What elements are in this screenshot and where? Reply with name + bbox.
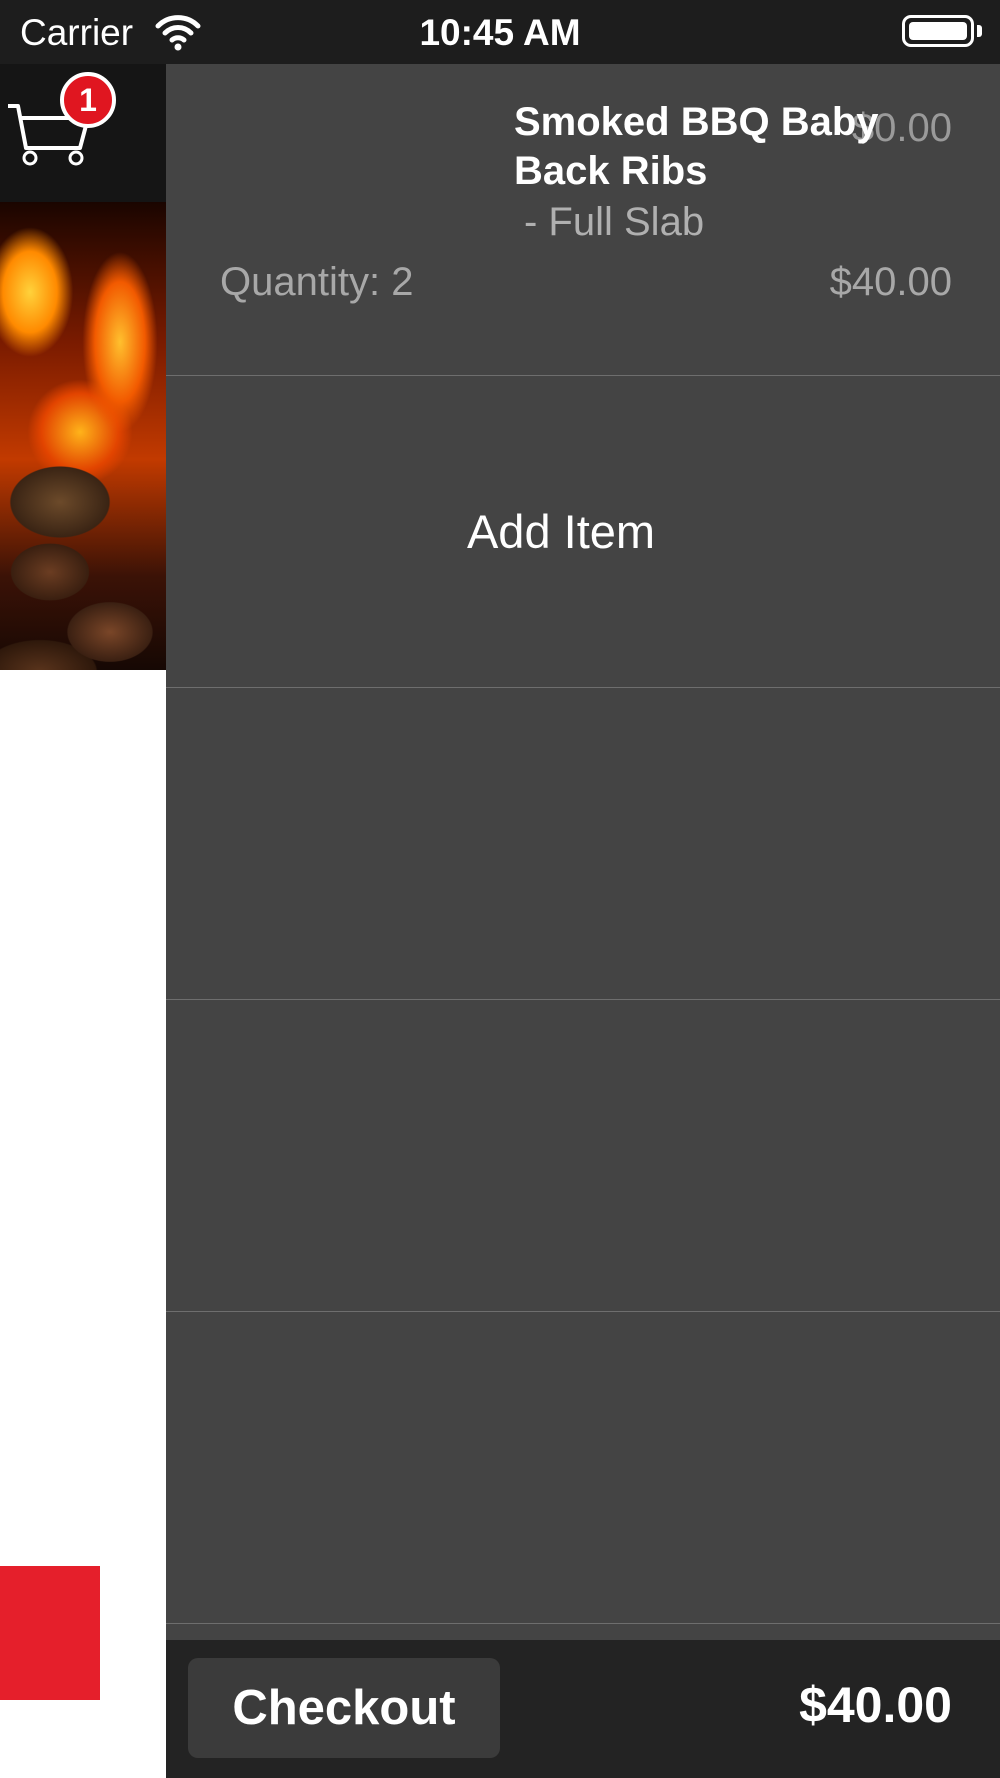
checkout-bar: Checkout $40.00 bbox=[166, 1640, 1000, 1778]
empty-row bbox=[166, 1000, 1000, 1312]
item-name: Smoked BBQ Baby Back Ribs bbox=[514, 100, 879, 193]
empty-row bbox=[166, 688, 1000, 1000]
add-item-button[interactable]: Add Item bbox=[144, 376, 978, 688]
add-item-row[interactable]: Add Item bbox=[166, 376, 1000, 688]
cart-badge: 1 bbox=[60, 72, 116, 128]
checkout-button[interactable]: Checkout bbox=[188, 1658, 500, 1758]
cart-panel: $0.00 Smoked BBQ Baby Back Ribs - Full S… bbox=[166, 64, 1000, 1778]
battery-icon bbox=[902, 15, 974, 47]
battery-tip bbox=[977, 25, 982, 37]
grill-fire-image bbox=[0, 202, 166, 670]
empty-row bbox=[166, 1312, 1000, 1624]
red-action-button[interactable] bbox=[0, 1566, 100, 1700]
cart-item-row[interactable]: $0.00 Smoked BBQ Baby Back Ribs - Full S… bbox=[166, 64, 1000, 376]
checkout-total: $40.00 bbox=[799, 1677, 952, 1733]
left-header: 1 bbox=[0, 64, 166, 202]
item-total: $40.00 bbox=[829, 260, 952, 304]
item-quantity: Quantity: 2 bbox=[220, 260, 414, 304]
background-app: 1 bbox=[0, 64, 166, 1778]
status-bar: Carrier 10:45 AM bbox=[0, 0, 1000, 64]
status-time: 10:45 AM bbox=[419, 12, 581, 53]
item-option: - Full Slab bbox=[524, 200, 705, 244]
